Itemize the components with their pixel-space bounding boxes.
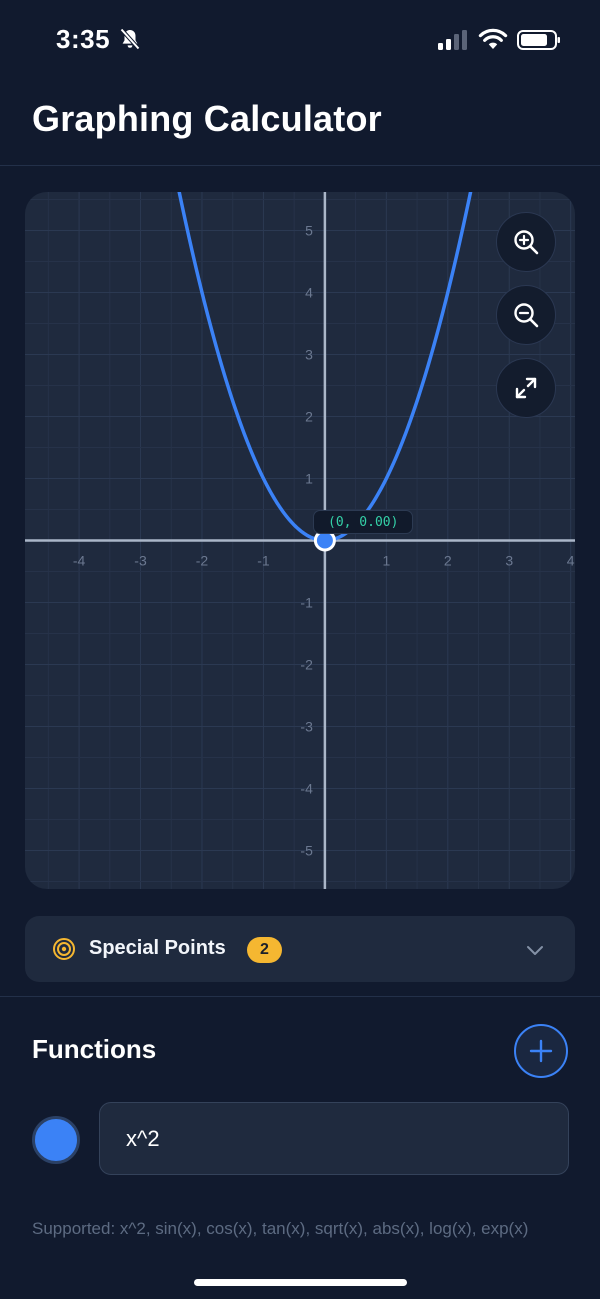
y-tick-label: -4: [300, 781, 313, 797]
x-tick-label: 2: [444, 553, 452, 569]
y-tick-label: 2: [305, 408, 313, 424]
supported-functions-hint: Supported: x^2, sin(x), cos(x), tan(x), …: [32, 1219, 529, 1238]
x-tick-label: -3: [134, 553, 147, 569]
x-tick-label: 1: [382, 553, 390, 569]
function-expression-input[interactable]: [99, 1102, 569, 1175]
plus-icon: [529, 1039, 553, 1063]
y-tick-label: 1: [305, 470, 313, 486]
x-tick-label: 3: [505, 553, 513, 569]
target-icon: [53, 938, 75, 960]
battery-icon: [517, 30, 560, 50]
zoom-in-icon: [514, 230, 539, 255]
status-bar: 3:35: [0, 0, 600, 80]
y-tick-label: -2: [300, 657, 313, 673]
signal-icon: [438, 30, 467, 50]
x-tick-label: -1: [257, 553, 270, 569]
point-coordinate-label: (0, 0.00): [313, 510, 414, 534]
special-points-label: Special Points: [89, 937, 226, 959]
x-tick-label: -4: [73, 553, 86, 569]
function-color-swatch[interactable]: [32, 1116, 80, 1164]
y-tick-label: 3: [305, 346, 313, 362]
chevron-down-icon: [527, 946, 543, 955]
y-tick-label: 4: [305, 284, 313, 300]
y-tick-label: -5: [300, 843, 313, 859]
wifi-icon: [478, 28, 508, 49]
section-divider: [0, 996, 600, 997]
fit-view-button[interactable]: [496, 358, 556, 418]
y-tick-label: -1: [300, 595, 313, 611]
status-time: 3:35: [56, 24, 111, 54]
zoom-out-button[interactable]: [496, 285, 556, 345]
home-indicator[interactable]: [194, 1279, 407, 1286]
bell-muted-icon: [120, 28, 140, 50]
y-tick-label: -3: [300, 719, 313, 735]
zoom-out-icon: [514, 303, 539, 328]
y-tick-label: 5: [305, 222, 313, 238]
zoom-in-button[interactable]: [496, 212, 556, 272]
add-function-button[interactable]: [514, 1024, 568, 1078]
page-title: Graphing Calculator: [32, 98, 382, 139]
x-tick-label: 4: [567, 553, 575, 569]
expand-icon: [515, 377, 537, 399]
graph-canvas[interactable]: -4 -3 -2 -1 1 2 3 4 5 4 3 2 1 -1 -2 -3 -4 -5 (0, 0.00): [25, 192, 575, 889]
x-tick-label: -2: [196, 553, 209, 569]
special-points-count-badge: 2: [247, 937, 282, 963]
functions-title: Functions: [32, 1034, 157, 1064]
header-divider: [0, 165, 600, 166]
special-points-toggle[interactable]: Special Points 2: [25, 916, 575, 982]
graph-plot[interactable]: -4 -3 -2 -1 1 2 3 4 5 4 3 2 1 -1 -2 -3 -4 -5: [25, 192, 575, 889]
